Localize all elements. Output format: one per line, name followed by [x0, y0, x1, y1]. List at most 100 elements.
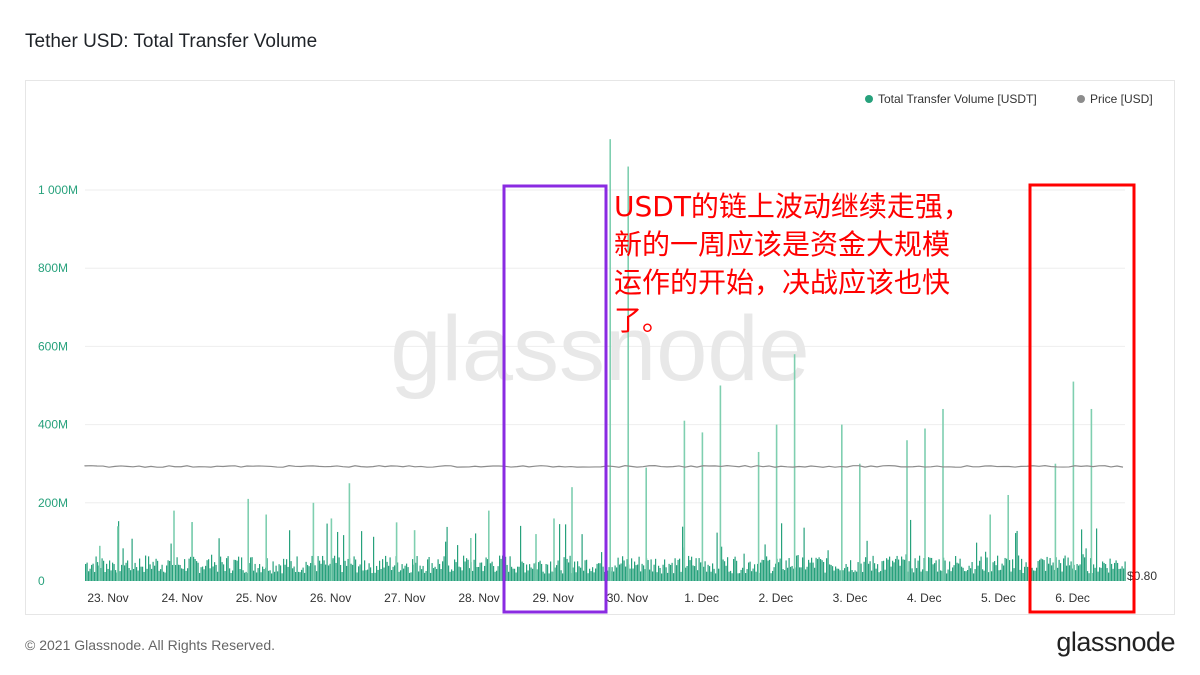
volume-bar — [806, 566, 808, 581]
volume-bar — [746, 569, 748, 581]
volume-bar — [1085, 548, 1087, 581]
volume-bar — [1048, 563, 1050, 581]
volume-bar — [1033, 570, 1035, 581]
volume-bar — [944, 560, 946, 581]
volume-bar — [730, 570, 732, 581]
price-line — [84, 465, 1124, 468]
volume-bar — [1021, 558, 1023, 581]
volume-bar — [161, 564, 163, 581]
volume-bar — [269, 570, 271, 581]
volume-bar — [860, 563, 862, 581]
volume-bar — [187, 568, 189, 581]
volume-bar — [353, 556, 355, 581]
volume-bar — [340, 564, 342, 581]
volume-spike — [1007, 494, 1009, 581]
volume-bar — [611, 567, 613, 581]
volume-bar — [1105, 564, 1107, 581]
volume-bar — [826, 558, 828, 581]
volume-bar — [625, 566, 627, 581]
volume-bar — [466, 558, 468, 581]
volume-bar — [992, 562, 994, 581]
volume-bar — [661, 573, 663, 581]
volume-bar — [107, 568, 109, 581]
volume-bar — [406, 563, 408, 581]
volume-bar — [1004, 557, 1006, 581]
volume-bar — [260, 572, 262, 581]
volume-bar — [86, 562, 88, 581]
volume-bar — [1052, 562, 1054, 581]
x-tick-label: 5. Dec — [981, 591, 1016, 605]
volume-bar — [544, 573, 546, 581]
volume-bar — [1066, 565, 1068, 581]
volume-bar — [985, 551, 987, 581]
legend-label[interactable]: Total Transfer Volume [USDT] — [878, 92, 1037, 106]
volume-bar — [430, 572, 432, 581]
volume-bar — [745, 573, 747, 581]
volume-spike — [117, 526, 119, 581]
volume-bar — [463, 555, 465, 581]
volume-bar — [280, 565, 282, 581]
volume-bar — [1039, 559, 1041, 581]
volume-bar — [986, 557, 988, 581]
volume-bar — [641, 563, 643, 581]
volume-bar — [691, 556, 693, 581]
volume-bar — [1051, 565, 1053, 581]
volume-spike — [265, 514, 267, 581]
volume-bar — [382, 559, 384, 581]
volume-bar — [1049, 558, 1051, 581]
volume-bar — [130, 570, 132, 581]
volume-bar — [328, 565, 330, 581]
volume-bar — [1037, 561, 1039, 581]
volume-bar — [592, 567, 594, 581]
volume-bar — [448, 565, 450, 581]
volume-bar — [1061, 571, 1063, 581]
volume-bar — [514, 568, 516, 581]
volume-bar — [976, 542, 978, 581]
volume-bar — [614, 565, 616, 581]
volume-bar — [176, 557, 178, 581]
volume-bar — [839, 570, 841, 581]
volume-bar — [287, 566, 289, 581]
volume-bar — [836, 568, 838, 581]
volume-bar — [911, 568, 913, 581]
volume-bar — [320, 563, 322, 581]
volume-bar — [601, 552, 603, 581]
volume-bar — [238, 556, 240, 581]
volume-bar — [139, 558, 141, 581]
volume-spike — [571, 487, 573, 581]
volume-bar — [880, 571, 882, 581]
volume-bar — [299, 572, 301, 581]
volume-spike — [553, 518, 555, 581]
volume-bar — [119, 571, 121, 581]
volume-bar — [151, 568, 153, 581]
volume-bar — [815, 557, 817, 581]
volume-bar — [863, 561, 865, 581]
volume-bar — [1060, 563, 1062, 581]
volume-bar — [529, 564, 531, 581]
volume-bar — [1006, 558, 1008, 581]
volume-bar — [523, 563, 525, 581]
volume-bar — [994, 561, 996, 581]
volume-bar — [122, 548, 124, 581]
volume-bar — [946, 573, 948, 581]
volume-bar — [616, 567, 618, 581]
volume-bar — [212, 566, 214, 581]
volume-bar — [409, 572, 411, 581]
volume-bar — [1124, 561, 1126, 581]
legend-label[interactable]: Price [USD] — [1090, 92, 1153, 106]
volume-bar — [1112, 568, 1114, 581]
volume-bar — [970, 568, 972, 581]
volume-bar — [557, 560, 559, 581]
volume-bar — [1057, 567, 1059, 581]
volume-bar — [131, 538, 133, 581]
volume-bar — [968, 565, 970, 581]
volume-bar — [508, 571, 510, 581]
volume-bar — [239, 569, 241, 581]
volume-spike — [859, 463, 861, 581]
volume-bar — [1058, 559, 1060, 581]
volume-bar — [1016, 530, 1018, 581]
volume-bar — [1111, 563, 1113, 581]
volume-bar — [404, 565, 406, 581]
volume-bar — [575, 572, 577, 581]
volume-bar — [533, 563, 535, 581]
